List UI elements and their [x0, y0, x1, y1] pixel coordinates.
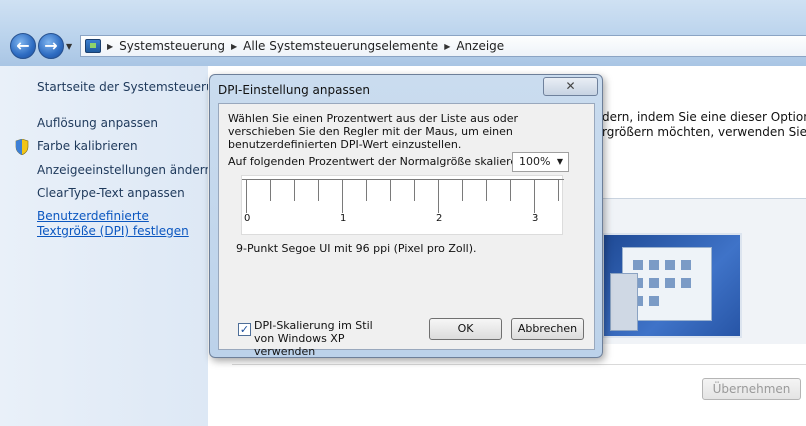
ruler-tick — [390, 179, 391, 201]
dpi-dialog: DPI-Einstellung anpassen ✕ Wählen Sie ei… — [209, 74, 603, 358]
breadcrumb-item[interactable]: Systemsteuerung — [119, 39, 225, 53]
chevron-right-icon[interactable]: ▶ — [444, 42, 450, 51]
description-text: rgrößern möchten, verwenden Sie die — [602, 125, 806, 139]
ruler-tick — [534, 179, 535, 213]
ruler-tick — [462, 179, 463, 201]
ruler-number: 2 — [436, 213, 443, 224]
ruler-tick — [366, 179, 367, 201]
ruler-number: 0 — [244, 213, 251, 224]
forward-button[interactable]: → — [38, 33, 64, 59]
dialog-description: Wählen Sie einen Prozentwert aus der Lis… — [228, 112, 519, 151]
sidebar-item-resolution[interactable]: Auflösung anpassen — [37, 116, 158, 130]
scale-dropdown[interactable]: 100% ▼ — [512, 152, 569, 172]
sidebar-item-calibrate[interactable]: Farbe kalibrieren — [37, 139, 138, 153]
chevron-down-icon: ▼ — [556, 157, 563, 166]
history-dropdown-icon[interactable]: ▼ — [66, 42, 72, 51]
forward-arrow-icon: → — [44, 36, 58, 55]
breadcrumb: ▶ Systemsteuerung ▶ Alle Systemsteuerung… — [107, 39, 504, 53]
ruler-tick — [414, 179, 415, 201]
chevron-right-icon[interactable]: ▶ — [231, 42, 237, 51]
ruler-tick — [342, 179, 343, 213]
sidebar-item-display-settings[interactable]: Anzeigeeinstellungen ändern — [37, 163, 212, 177]
breadcrumb-item[interactable]: Alle Systemsteuerungselemente — [243, 39, 438, 53]
close-icon: ✕ — [565, 79, 576, 93]
description-text: dern, indem Sie eine dieser Optionen — [602, 110, 806, 124]
cancel-button[interactable]: Abbrechen — [511, 318, 584, 340]
control-panel-icon — [85, 39, 101, 53]
ok-button[interactable]: OK — [429, 318, 502, 340]
sidebar-item-custom-dpi[interactable]: Benutzerdefinierte Textgröße (DPI) festl… — [37, 209, 202, 239]
scale-value: 100% — [519, 155, 551, 168]
divider — [232, 364, 806, 365]
ruler-tick — [486, 179, 487, 201]
breadcrumb-item[interactable]: Anzeige — [456, 39, 504, 53]
ruler-tick — [318, 179, 319, 201]
close-button[interactable]: ✕ — [543, 77, 598, 96]
ruler-tick — [294, 179, 295, 201]
back-arrow-icon: ← — [16, 36, 30, 55]
ruler-tick — [438, 179, 439, 213]
sidebar-item-cleartype[interactable]: ClearType-Text anpassen — [37, 186, 185, 200]
dialog-title: DPI-Einstellung anpassen — [218, 83, 370, 97]
font-info: 9-Punkt Segoe UI mit 96 ppi (Pixel pro Z… — [236, 242, 477, 255]
dpi-ruler[interactable]: 0 1 2 3 — [241, 175, 564, 235]
ruler-tick — [246, 179, 247, 213]
chevron-right-icon[interactable]: ▶ — [107, 42, 113, 51]
address-bar[interactable]: ▶ Systemsteuerung ▶ Alle Systemsteuerung… — [80, 35, 806, 57]
xp-scaling-checkbox[interactable]: ✓ — [238, 323, 251, 336]
ruler-number: 1 — [340, 213, 347, 224]
back-button[interactable]: ← — [10, 33, 36, 59]
sidebar-home-link[interactable]: Startseite der Systemsteuerung — [37, 80, 229, 94]
display-preview-image — [602, 233, 742, 338]
checkmark-icon: ✓ — [239, 323, 250, 336]
ruler-tick — [270, 179, 271, 201]
scale-label: Auf folgenden Prozentwert der Normalgröß… — [228, 155, 528, 168]
title-bar: ← → ▼ ▶ Systemsteuerung ▶ Alle Systemste… — [0, 0, 806, 66]
shield-icon — [15, 139, 29, 155]
ruler-number: 3 — [532, 213, 539, 224]
xp-scaling-label[interactable]: DPI-Skalierung im Stil von Windows XP ve… — [254, 319, 394, 358]
ruler-tick — [558, 179, 559, 201]
ruler-baseline — [242, 179, 564, 180]
ruler-tick — [510, 179, 511, 201]
apply-button[interactable]: Übernehmen — [702, 378, 801, 400]
